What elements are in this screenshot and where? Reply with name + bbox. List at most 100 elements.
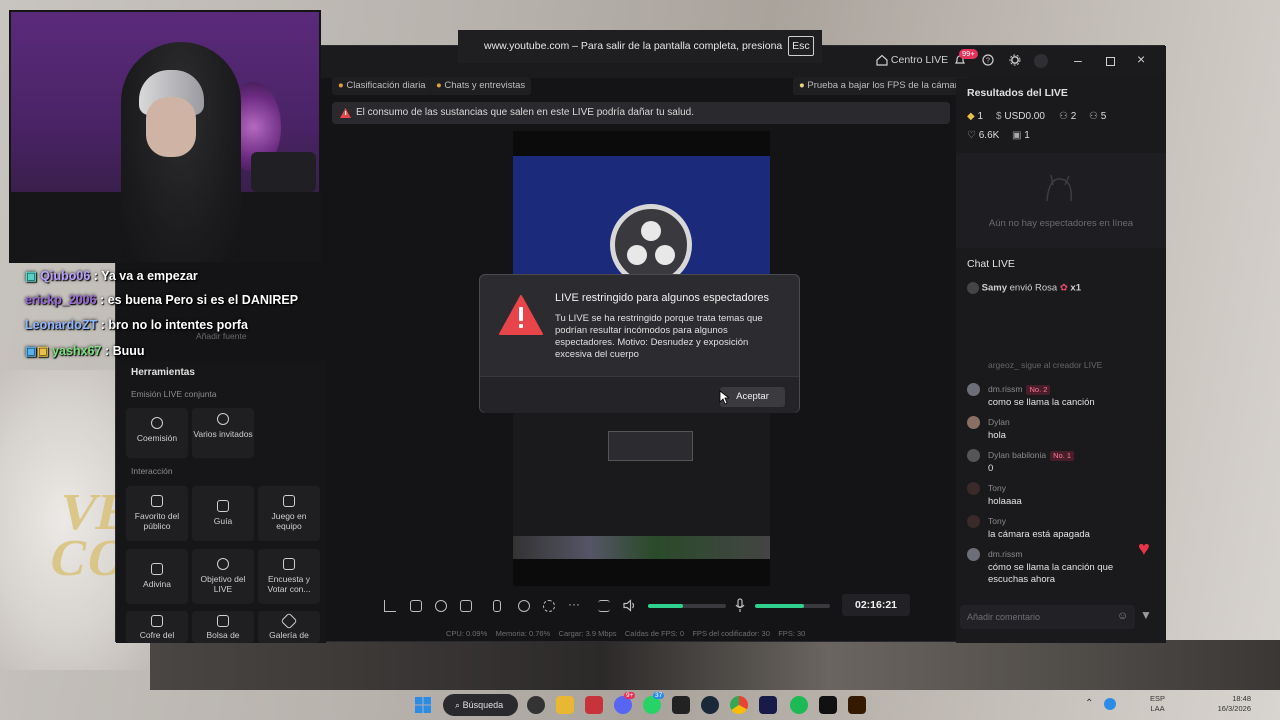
- chat-bubble-icon: ●: [436, 80, 442, 91]
- layers-icon[interactable]: [410, 600, 422, 612]
- overlay-chat-line: LeonardoZT : bro no lo intentes porfa: [25, 318, 248, 332]
- gallery-tool[interactable]: Galería de: [258, 611, 320, 643]
- overlay-chat-line: ▣▣ yashx67 : Buuu: [25, 343, 145, 358]
- tiktok-icon[interactable]: [819, 696, 837, 714]
- comment-input[interactable]: Añadir comentario ☺: [960, 605, 1135, 629]
- camera-settings-icon[interactable]: [543, 600, 555, 612]
- phone-icon[interactable]: [493, 600, 501, 612]
- overlay-username: Qiubo06: [40, 269, 91, 283]
- settings-button[interactable]: [1009, 54, 1021, 66]
- notification-count-badge: 99+: [959, 49, 978, 59]
- help-button[interactable]: ?: [982, 54, 994, 66]
- trophy-icon: [151, 495, 163, 507]
- chrome-icon[interactable]: [730, 696, 748, 714]
- illustrator-icon[interactable]: [848, 696, 866, 714]
- spotify-icon[interactable]: [790, 696, 808, 714]
- interaction-section: Interacción: [131, 466, 173, 476]
- daily-ranking-label: Clasificación diaria: [346, 80, 426, 91]
- sub-badge-icon: ▣: [25, 269, 37, 283]
- centro-live-label: Centro LIVE: [890, 54, 949, 66]
- chevron-up-icon[interactable]: ⌃: [1085, 698, 1093, 709]
- discord-badge: 9+: [624, 692, 636, 699]
- file-explorer-icon[interactable]: [556, 696, 574, 714]
- news-app-icon[interactable]: [585, 696, 603, 714]
- premiere-icon[interactable]: [759, 696, 777, 714]
- add-source-button[interactable]: Añadir fuente: [196, 331, 247, 341]
- heart-outline-icon: ♡: [967, 130, 976, 141]
- chest-tool[interactable]: Cofre del: [126, 611, 188, 643]
- microphone-icon[interactable]: [735, 598, 745, 613]
- chat-avatar: [967, 416, 980, 429]
- more-icon[interactable]: ···: [568, 597, 580, 611]
- centro-live-button[interactable]: Centro LIVE: [876, 54, 948, 66]
- minimize-button[interactable]: –: [1074, 52, 1082, 68]
- chest-icon: [151, 615, 163, 627]
- clock-date: 16/3/2026: [1217, 704, 1251, 713]
- live-chat-title: Chat LIVE: [967, 258, 1015, 270]
- live-goal-tool[interactable]: Objetivo del LIVE: [192, 549, 254, 604]
- steam-icon[interactable]: [701, 696, 719, 714]
- guess-tool[interactable]: Adivina: [126, 549, 188, 604]
- mic-volume-slider[interactable]: [755, 604, 830, 608]
- copilot-icon[interactable]: [527, 696, 545, 714]
- coemision-tool[interactable]: Coemisión: [126, 408, 188, 458]
- gifts-stat: ▣ 1: [1012, 130, 1030, 141]
- chat-username: Tony: [988, 516, 1006, 526]
- start-icon[interactable]: [415, 697, 431, 713]
- system-volume-slider[interactable]: [648, 604, 726, 608]
- accept-button[interactable]: Aceptar: [720, 387, 785, 407]
- epic-games-icon[interactable]: [672, 696, 690, 714]
- team-game-tool[interactable]: Juego en equipo: [258, 486, 320, 541]
- fps-tip-chip[interactable]: ● Prueba a bajar los FPS de la cámara: [793, 77, 970, 95]
- gift-sender: Samy: [981, 282, 1007, 294]
- bag-tool[interactable]: Bolsa de: [192, 611, 254, 643]
- taskbar-search[interactable]: ⌕ Búsqueda: [443, 694, 518, 716]
- mouse-cursor-icon: [719, 390, 729, 405]
- guide-tool[interactable]: Guía: [192, 486, 254, 541]
- heart-icon: ♥: [1138, 538, 1150, 560]
- speaker-icon[interactable]: [623, 599, 636, 612]
- joystick-icon: [283, 495, 295, 507]
- close-button[interactable]: ×: [1137, 51, 1145, 67]
- dollar-icon: $: [996, 111, 1002, 122]
- daily-ranking-chip[interactable]: ● Clasificación diaria: [332, 77, 432, 95]
- ai-icon[interactable]: [435, 600, 447, 612]
- clock[interactable]: 18:48 16/3/2026: [1215, 694, 1251, 714]
- magic-wand-icon[interactable]: [384, 600, 396, 612]
- maximize-button[interactable]: [1106, 57, 1115, 66]
- emoji-icon[interactable]: ☺: [1117, 610, 1128, 622]
- add-media-icon[interactable]: [460, 600, 472, 612]
- tools-title: Herramientas: [131, 367, 195, 378]
- chats-interviews-chip[interactable]: ● Chats y entrevistas: [430, 77, 532, 95]
- add-user-icon: ⚇: [1089, 111, 1098, 122]
- fullscreen-notice: www.youtube.com – Para salir de la panta…: [458, 30, 822, 63]
- target-icon: [217, 558, 229, 570]
- live-timer: 02:16:21: [842, 594, 910, 616]
- audience-favorite-tool[interactable]: Favorito del público: [126, 486, 188, 541]
- record-icon[interactable]: [518, 600, 530, 612]
- warning-icon: [340, 108, 351, 118]
- chat-username: dm.rissm: [988, 384, 1023, 394]
- multi-guest-tool[interactable]: Varios invitados: [192, 408, 254, 458]
- onedrive-icon[interactable]: [1104, 698, 1116, 710]
- poll-tool[interactable]: Encuesta y Votar con...: [258, 549, 320, 604]
- windows-logo: [415, 697, 431, 713]
- sliders-icon[interactable]: [598, 600, 610, 612]
- bag-label: Bolsa de: [206, 630, 240, 640]
- chat-user: Dylan babilonia No. 1: [988, 450, 1075, 461]
- taskbar-search-label: Búsqueda: [462, 700, 504, 710]
- avatar[interactable]: [1034, 54, 1048, 68]
- nested-taskbar-thumbnail: [513, 536, 770, 559]
- fps-tip-label: Prueba a bajar los FPS de la cámara: [807, 80, 964, 91]
- gifts-value: 1: [1024, 130, 1030, 141]
- filter-icon[interactable]: ▼: [1140, 608, 1152, 622]
- overlay-message: : bro no lo intentes porfa: [100, 318, 248, 332]
- overlay-chat-line: ▣ Qiubo06 : Ya va a empezar: [25, 268, 198, 283]
- clock-time: 18:48: [1232, 694, 1251, 703]
- whatsapp-badge: 37: [653, 692, 665, 699]
- language-indicator[interactable]: ESP LAA: [1150, 694, 1165, 714]
- live-goal-label: Objetivo del LIVE: [200, 574, 246, 594]
- mic-glyph: [735, 598, 745, 612]
- dialog-title: LIVE restringido para algunos espectador…: [555, 292, 770, 304]
- gift-icon: ▣: [1012, 130, 1022, 141]
